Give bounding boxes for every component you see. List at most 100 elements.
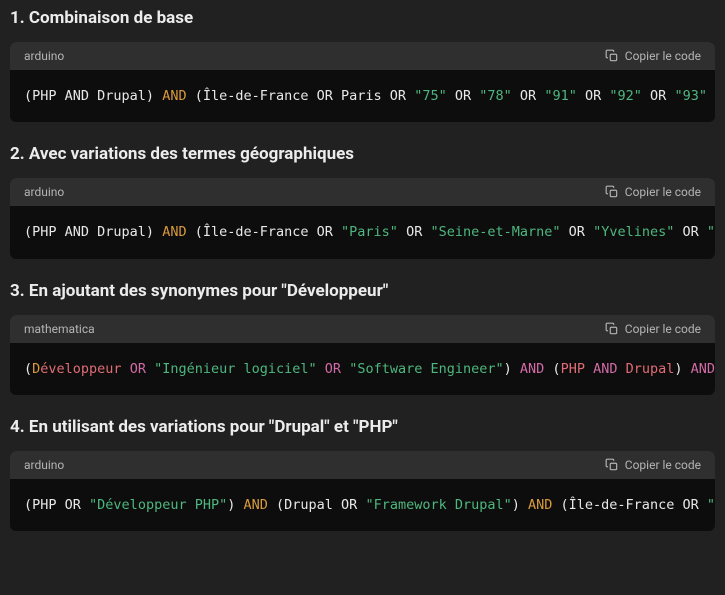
code-header: arduino Copier le code <box>10 42 715 70</box>
code-token: "Seine-et-Marne" <box>430 224 560 240</box>
code-token <box>707 88 715 104</box>
section-heading: 3. En ajoutant des synonymes pour "Dével… <box>10 281 715 301</box>
language-label: arduino <box>24 185 64 199</box>
code-token: Drupal <box>626 361 675 377</box>
code-token: AND <box>243 497 267 513</box>
copy-code-label: Copier le code <box>625 322 701 336</box>
copy-code-button[interactable]: Copier le code <box>605 49 701 63</box>
code-token <box>642 88 650 104</box>
code-token: AND <box>162 88 186 104</box>
code-token: "Es <box>707 224 715 240</box>
code-token <box>585 224 593 240</box>
section-heading: 2. Avec variations des termes géographiq… <box>10 144 715 164</box>
code-token <box>398 224 406 240</box>
code-content: (PHP AND Drupal) AND (Île-de-France OR "… <box>10 206 715 258</box>
copy-code-button[interactable]: Copier le code <box>605 458 701 472</box>
code-token: OR <box>65 497 81 513</box>
copy-code-label: Copier le code <box>625 458 701 472</box>
code-token: AND <box>65 224 89 240</box>
code-content: (PHP OR "Développeur PHP") AND (Drupal O… <box>10 479 715 531</box>
language-label: arduino <box>24 49 64 63</box>
code-token: OR <box>325 361 341 377</box>
code-token: "91" <box>544 88 577 104</box>
copy-code-label: Copier le code <box>625 49 701 63</box>
clipboard-icon <box>605 322 619 336</box>
code-token: éveloppeur <box>40 361 129 377</box>
code-token: (Île-de-France <box>552 497 682 513</box>
code-token: AND <box>691 361 715 377</box>
code-token: ) <box>227 497 243 513</box>
code-token: (PHP <box>24 88 65 104</box>
code-token: OR <box>682 497 698 513</box>
code-token <box>561 224 569 240</box>
code-token: OR <box>317 88 333 104</box>
code-token: OR <box>650 88 666 104</box>
code-block: arduino Copier le code (PHP AND Drupal) AN… <box>10 178 715 258</box>
code-token: (Île-de-France <box>187 224 317 240</box>
code-token: (Île-de-France <box>187 88 317 104</box>
code-token <box>585 361 593 377</box>
code-token: OR <box>341 497 357 513</box>
code-token: OR <box>317 224 333 240</box>
code-token <box>447 88 455 104</box>
clipboard-icon <box>605 185 619 199</box>
code-token: "75" <box>414 88 447 104</box>
code-token: OR <box>390 88 406 104</box>
code-token <box>81 497 89 513</box>
clipboard-icon <box>605 49 619 63</box>
clipboard-icon <box>605 458 619 472</box>
code-token <box>341 361 349 377</box>
section: 1. Combinaison de base arduino Copier le c… <box>10 8 715 122</box>
section: 4. En utilisant des variations pour "Dru… <box>10 417 715 531</box>
code-token: ) <box>674 361 690 377</box>
copy-code-label: Copier le code <box>625 185 701 199</box>
code-token: "Paris" <box>341 224 398 240</box>
code-block: mathematicaCopier le code(Développeur OR… <box>10 315 715 395</box>
code-token <box>512 88 520 104</box>
code-token: AND <box>162 224 186 240</box>
code-token: OR <box>455 88 471 104</box>
code-token: "93" <box>674 88 707 104</box>
code-token: "Framework Drupal" <box>365 497 511 513</box>
code-header: arduino Copier le code <box>10 178 715 206</box>
code-token <box>617 361 625 377</box>
code-token: ) <box>512 497 528 513</box>
code-token: OR <box>130 361 146 377</box>
code-token: Drupal) <box>89 88 162 104</box>
code-token <box>674 224 682 240</box>
code-token: (PHP <box>24 497 65 513</box>
code-token: (Drupal <box>268 497 341 513</box>
section: 3. En ajoutant des synonymes pour "Dével… <box>10 281 715 395</box>
code-token <box>406 88 414 104</box>
code-token: "92" <box>609 88 642 104</box>
section-heading: 1. Combinaison de base <box>10 8 715 28</box>
code-token: AND <box>593 361 617 377</box>
code-token: ) <box>504 361 520 377</box>
language-label: mathematica <box>24 322 95 336</box>
copy-code-button[interactable]: Copier le code <box>605 322 701 336</box>
code-token: (PHP <box>24 224 65 240</box>
code-token <box>699 224 707 240</box>
code-token <box>317 361 325 377</box>
code-token <box>146 361 154 377</box>
copy-code-button[interactable]: Copier le code <box>605 185 701 199</box>
code-token: "Développeur PHP" <box>89 497 227 513</box>
code-token <box>577 88 585 104</box>
code-token: OR <box>683 224 699 240</box>
code-token: AND <box>528 497 552 513</box>
code-token: Paris <box>333 88 390 104</box>
language-label: arduino <box>24 458 64 472</box>
code-token: ( <box>544 361 560 377</box>
code-token: "Software Engineer" <box>349 361 503 377</box>
code-token: "Yvelines" <box>593 224 674 240</box>
code-token: OR <box>585 88 601 104</box>
code-token: OR <box>569 224 585 240</box>
code-content: (PHP AND Drupal) AND (Île-de-France OR P… <box>10 70 715 122</box>
code-token: Drupal) <box>89 224 162 240</box>
code-token: ( <box>24 361 32 377</box>
code-block: arduino Copier le code (PHP AND Drupal) AN… <box>10 42 715 122</box>
code-token: AND <box>520 361 544 377</box>
code-token: OR <box>520 88 536 104</box>
code-token <box>333 224 341 240</box>
code-token: "Ingénieur logiciel" <box>154 361 317 377</box>
